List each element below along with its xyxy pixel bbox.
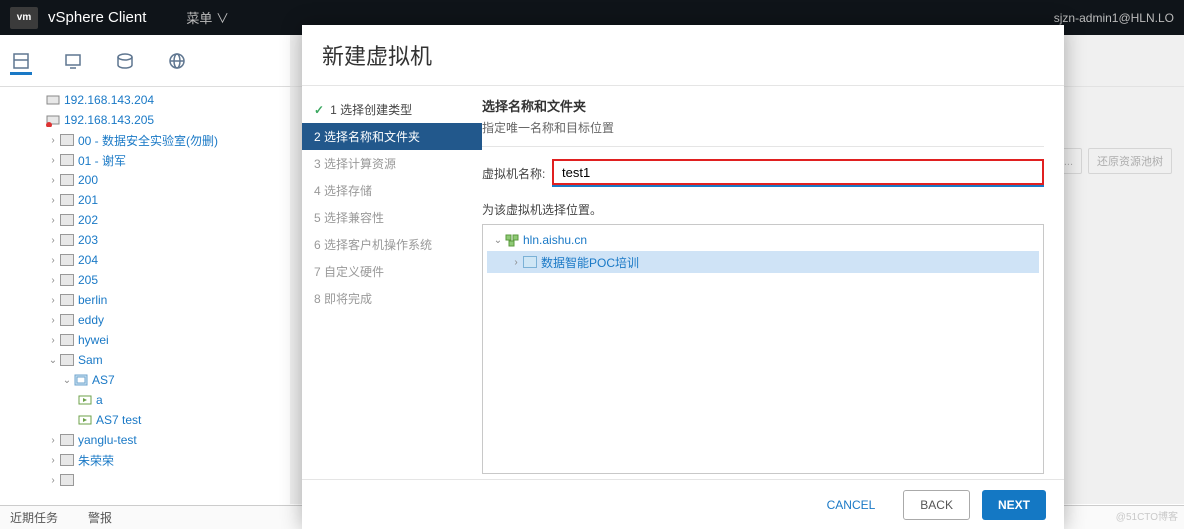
folder-item[interactable]: ›202	[0, 210, 290, 230]
vm-item[interactable]: AS7 test	[0, 410, 290, 430]
vm-logo: vm	[10, 7, 38, 29]
tab-recent-tasks[interactable]: 近期任务	[10, 509, 58, 526]
inventory-tree[interactable]: 192.168.143.204 192.168.143.205 ›00 - 数据…	[0, 87, 290, 504]
folder-item[interactable]: ›200	[0, 170, 290, 190]
input-underline	[552, 185, 1044, 187]
watermark: @51CTO博客	[1116, 508, 1178, 523]
loc-datacenter[interactable]: › 数据智能POC培训	[487, 251, 1039, 273]
vapp-as7[interactable]: ⌄ AS7	[0, 370, 290, 390]
vm-name-input[interactable]	[552, 159, 1044, 185]
next-button[interactable]: NEXT	[982, 490, 1046, 520]
vms-templates-icon[interactable]	[62, 50, 84, 72]
folder-item[interactable]: ›yanglu-test	[0, 430, 290, 450]
folder-item[interactable]: ›201	[0, 190, 290, 210]
wizard-steps: 1 选择创建类型 2 选择名称和文件夹 3 选择计算资源 4 选择存储 5 选择…	[302, 86, 482, 479]
user-label[interactable]: sjzn-admin1@HLN.LO	[1054, 11, 1184, 25]
hosts-clusters-icon[interactable]	[10, 53, 32, 75]
wizard-content: 选择名称和文件夹 指定唯一名称和目标位置 虚拟机名称: 为该虚拟机选择位置。 ⌄…	[482, 86, 1064, 479]
app-title: vSphere Client	[48, 9, 146, 26]
content-title: 选择名称和文件夹	[482, 96, 1044, 115]
step-1[interactable]: 1 选择创建类型	[302, 96, 482, 123]
location-tree[interactable]: ⌄ hln.aishu.cn › 数据智能POC培训	[482, 224, 1044, 474]
divider	[482, 146, 1044, 147]
step-4: 4 选择存储	[302, 177, 482, 204]
new-vm-wizard: 新建虚拟机 1 选择创建类型 2 选择名称和文件夹 3 选择计算资源 4 选择存…	[302, 25, 1064, 529]
folder-item[interactable]: ›hywei	[0, 330, 290, 350]
folder-item[interactable]: ›205	[0, 270, 290, 290]
cancel-button[interactable]: CANCEL	[811, 490, 892, 520]
folder-item[interactable]: ›01 - 谢军	[0, 150, 290, 170]
folder-item[interactable]: ›204	[0, 250, 290, 270]
vm-name-label: 虚拟机名称:	[482, 165, 552, 182]
wizard-footer: CANCEL BACK NEXT	[302, 479, 1064, 529]
step-8: 8 即将完成	[302, 285, 482, 312]
folder-item[interactable]: ›00 - 数据安全实验室(勿删)	[0, 130, 290, 150]
tab-alarms[interactable]: 警报	[88, 509, 112, 526]
vm-item[interactable]: a	[0, 390, 290, 410]
storage-icon[interactable]	[114, 50, 136, 72]
step-2[interactable]: 2 选择名称和文件夹	[302, 123, 482, 150]
back-button[interactable]: BACK	[903, 490, 970, 520]
folder-item[interactable]: ›	[0, 470, 290, 490]
step-3: 3 选择计算资源	[302, 150, 482, 177]
folder-sam[interactable]: ⌄Sam	[0, 350, 290, 370]
folder-item[interactable]: ›berlin	[0, 290, 290, 310]
content-subtitle: 指定唯一名称和目标位置	[482, 119, 1044, 136]
step-5: 5 选择兼容性	[302, 204, 482, 231]
location-label: 为该虚拟机选择位置。	[482, 201, 1044, 218]
host-item[interactable]: 192.168.143.205	[0, 110, 290, 130]
menu-dropdown[interactable]: 菜单 ∨	[186, 8, 229, 27]
network-icon[interactable]	[166, 50, 188, 72]
step-7: 7 自定义硬件	[302, 258, 482, 285]
loc-vcenter[interactable]: ⌄ hln.aishu.cn	[487, 229, 1039, 251]
host-item[interactable]: 192.168.143.204	[0, 90, 290, 110]
folder-item[interactable]: ›朱荣荣	[0, 450, 290, 470]
wizard-title: 新建虚拟机	[302, 25, 1064, 86]
step-6: 6 选择客户机操作系统	[302, 231, 482, 258]
folder-item[interactable]: ›203	[0, 230, 290, 250]
folder-item[interactable]: ›eddy	[0, 310, 290, 330]
